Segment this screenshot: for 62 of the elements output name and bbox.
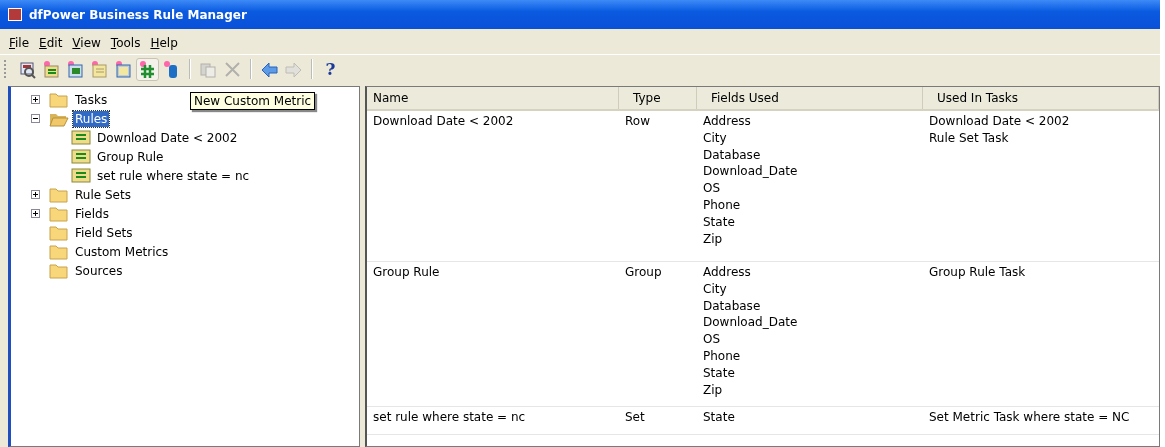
folder-icon (49, 186, 69, 203)
menu-item[interactable]: View (67, 35, 106, 51)
table-cell-text: State (703, 409, 736, 427)
table-cell: Set (625, 410, 645, 425)
table-cell-text: OS (703, 180, 722, 197)
table-cell-text: Rule Set Task (929, 129, 1010, 147)
column-header[interactable]: Type (619, 87, 697, 109)
hash-button[interactable] (136, 57, 159, 81)
table-cell: Row (625, 114, 650, 128)
table-cell-text: Set Metric Task where state = NC (929, 409, 1131, 427)
tree-item[interactable]: Tasks (73, 91, 110, 108)
table-cell-text: Download Date < 2002 (929, 113, 1071, 130)
table-cell-text: Group Rule Task (929, 264, 1027, 281)
folder-icon (49, 91, 69, 108)
tree-item[interactable]: Fields (73, 205, 111, 222)
tooltip: New Custom Metric (190, 92, 316, 110)
menu-item[interactable]: Edit (34, 35, 68, 51)
grip-icon (4, 60, 9, 78)
table-cell-text: Address (703, 113, 752, 130)
menu-item[interactable]: File (4, 35, 35, 51)
tree-item[interactable]: Sources (73, 262, 125, 279)
table-cell: set rule where state = nc (373, 410, 526, 425)
tree-item[interactable]: Download Date < 2002 (95, 129, 240, 146)
table-cell: Group Rule (373, 265, 440, 279)
expand-icon[interactable] (31, 190, 40, 199)
table-cell-text: State (703, 364, 736, 382)
collapse-icon[interactable] (31, 114, 40, 123)
tree-item[interactable]: Rule Sets (73, 186, 133, 203)
tree-item[interactable]: set rule where state = nc (95, 167, 252, 184)
table-cell-text: Download_Date (703, 314, 799, 332)
table-cell-text: Phone (703, 197, 742, 214)
column-header[interactable]: Fields Used (697, 87, 923, 109)
folder-icon (49, 205, 69, 222)
menu-item[interactable]: Tools (105, 35, 146, 51)
table-cell-text: Phone (703, 348, 742, 365)
table-cell-text: Zip (703, 230, 724, 248)
table-cell-text: OS (703, 331, 722, 348)
tree-item[interactable]: Group Rule (95, 148, 166, 165)
expand-icon[interactable] (31, 209, 40, 218)
expand-icon[interactable] (31, 95, 40, 104)
table-cell-text: Zip (703, 381, 724, 399)
folder-icon (49, 224, 69, 241)
menu-item[interactable]: Help (145, 35, 183, 51)
tree-item[interactable]: Field Sets (73, 224, 135, 241)
tree-item[interactable]: Custom Metrics (73, 243, 171, 260)
table-cell-text: City (703, 280, 728, 298)
table-cell-text: Database (703, 146, 762, 164)
window-title: dfPower Business Rule Manager (29, 7, 247, 22)
folder-icon (49, 243, 69, 260)
table-cell: Download Date < 2002 (373, 114, 514, 128)
column-header[interactable]: Name (367, 87, 619, 109)
folder-icon (49, 262, 69, 279)
table-cell-text: Database (703, 297, 762, 315)
table-cell-text: State (703, 213, 736, 231)
column-header[interactable]: Used In Tasks (923, 87, 1159, 109)
table-cell-text: City (703, 129, 728, 147)
help-button[interactable]: ? (319, 57, 342, 81)
table-cell-text: Download_Date (703, 163, 799, 181)
app-icon (8, 8, 22, 21)
tree-item[interactable]: Rules (73, 110, 110, 127)
table-cell-text: Address (703, 264, 752, 281)
table-cell: Group (625, 265, 662, 279)
